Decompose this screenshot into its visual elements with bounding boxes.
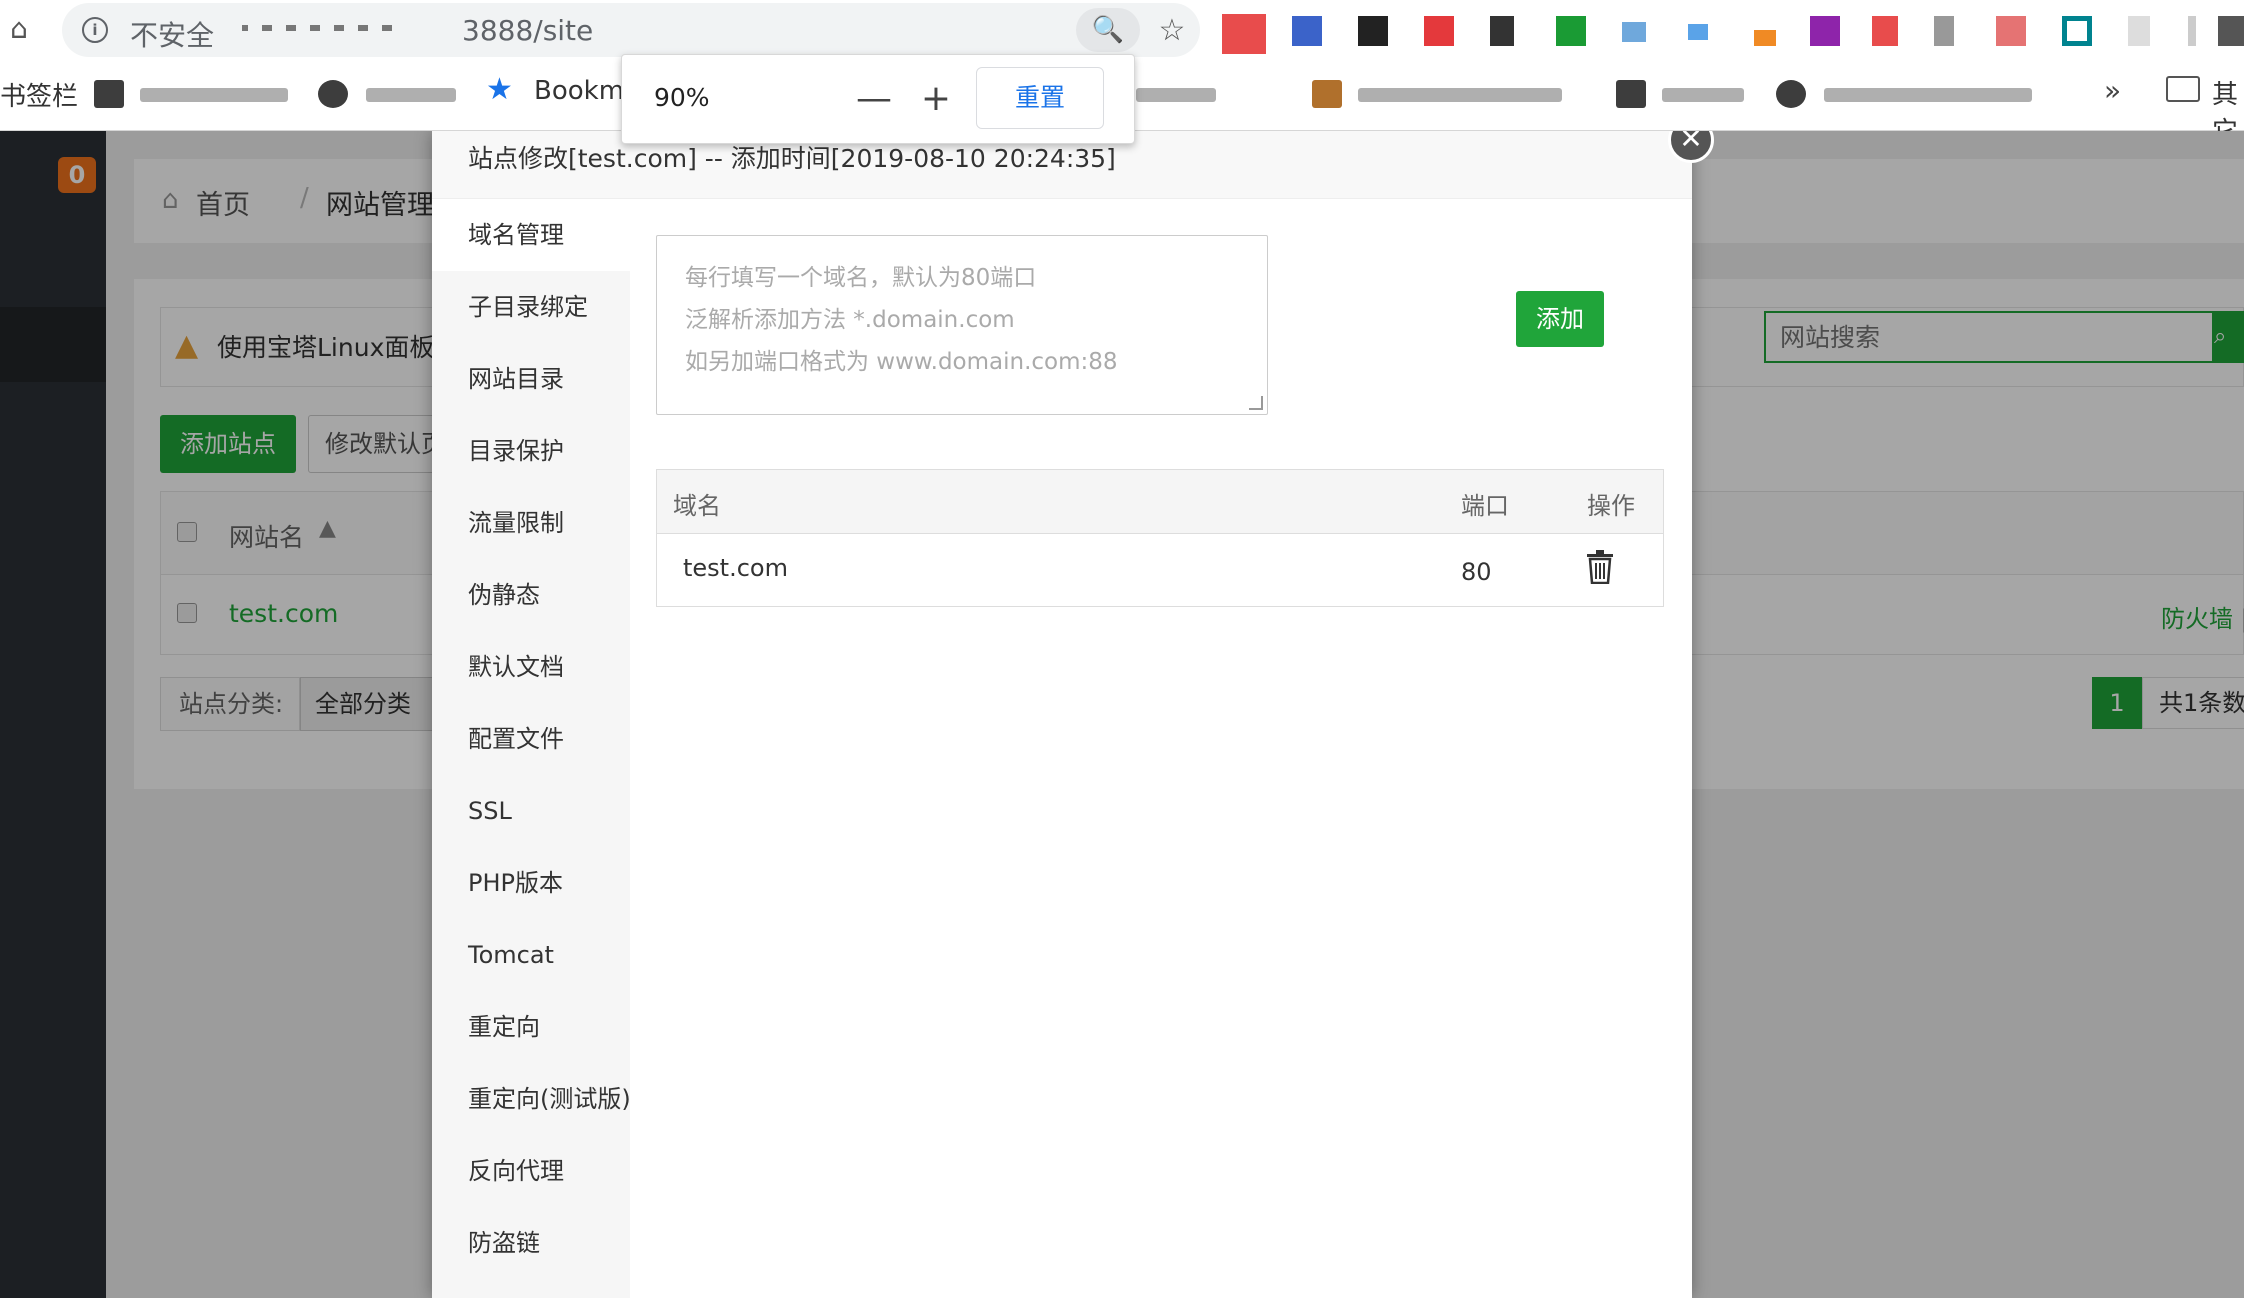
bookmarks-overflow-icon[interactable]: »	[2104, 74, 2121, 107]
tab-domain-management[interactable]: 域名管理	[432, 199, 630, 271]
bookmark-favicon-icon[interactable]	[1776, 80, 1806, 108]
zoom-level: 90%	[654, 83, 710, 112]
tab-ssl[interactable]: SSL	[432, 775, 630, 847]
domain-cell: test.com	[683, 554, 788, 582]
bookmark-item[interactable]	[1358, 88, 1562, 102]
zoom-popup: 90% — + 重置	[621, 54, 1135, 144]
extension-icon[interactable]	[1556, 16, 1586, 46]
port-cell: 80	[1461, 558, 1492, 586]
bookmark-favicon-icon[interactable]	[318, 80, 348, 108]
extension-icon[interactable]	[2128, 16, 2150, 46]
zoom-icon[interactable]: 🔍	[1076, 8, 1140, 52]
tab-directory-protection[interactable]: 目录保护	[432, 415, 630, 487]
extension-icon[interactable]	[2062, 16, 2092, 46]
tab-site-directory[interactable]: 网站目录	[432, 343, 630, 415]
extension-icon[interactable]	[1872, 16, 1898, 46]
extension-icon[interactable]	[1358, 16, 1388, 46]
zoom-reset-button[interactable]: 重置	[976, 67, 1104, 129]
column-domain: 域名	[673, 492, 721, 520]
bookmark-item[interactable]	[366, 88, 456, 102]
home-icon[interactable]: ⌂	[2, 12, 36, 46]
tab-subdirectory-binding[interactable]: 子目录绑定	[432, 271, 630, 343]
tab-tomcat[interactable]: Tomcat	[432, 919, 630, 991]
column-port: 端口	[1461, 492, 1509, 520]
domain-table-header: 域名 端口 操作	[657, 470, 1663, 534]
add-domain-button[interactable]: 添加	[1516, 291, 1604, 347]
bookmark-item[interactable]	[140, 88, 288, 102]
extension-icon[interactable]	[1622, 22, 1646, 42]
extension-icon[interactable]	[2188, 16, 2196, 46]
other-bookmarks-folder-icon[interactable]	[2166, 76, 2200, 102]
extension-icon[interactable]	[1424, 16, 1454, 46]
browser-toolbar: ⌂ i 不安全 3888/site 🔍 ☆	[0, 0, 2244, 60]
extension-icon[interactable]	[1934, 16, 1954, 46]
tab-default-document[interactable]: 默认文档	[432, 631, 630, 703]
column-operation: 操作	[1587, 492, 1635, 520]
modal-tabs: 域名管理 子目录绑定 网站目录 目录保护 流量限制 伪静态 默认文档 配置文件 …	[432, 199, 631, 1298]
page: 0 ⌂ 首页 / 网站管理 ▲ 使用宝塔Linux面板 添加站点 修改默认页 网…	[0, 131, 2244, 1298]
domain-textarea[interactable]: 每行填写一个域名，默认为80端口 泛解析添加方法 *.domain.com 如另…	[656, 235, 1268, 415]
bookmark-star-icon: ★	[486, 72, 513, 107]
extension-icon[interactable]	[1292, 16, 1322, 46]
extension-icon[interactable]	[1810, 16, 1840, 46]
extension-icon[interactable]	[1222, 14, 1266, 54]
zoom-out-button[interactable]: —	[846, 71, 902, 127]
bookmark-folder-icon[interactable]	[94, 80, 124, 108]
tab-reverse-proxy[interactable]: 反向代理	[432, 1135, 630, 1207]
info-icon[interactable]: i	[82, 17, 108, 43]
bookmark-favicon-icon[interactable]	[1312, 80, 1342, 108]
tab-redirect[interactable]: 重定向	[432, 991, 630, 1063]
extension-icon[interactable]	[1754, 30, 1776, 46]
url-text: 3888/site	[462, 14, 594, 47]
extension-icon[interactable]	[2218, 16, 2244, 46]
table-row: test.com 80	[657, 534, 1663, 606]
placeholder-line: 泛解析添加方法 *.domain.com	[685, 307, 1015, 333]
tab-rewrite[interactable]: 伪静态	[432, 559, 630, 631]
domain-table: 域名 端口 操作 test.com 80	[656, 469, 1664, 607]
bookmarks-bar-label: 书签栏	[0, 82, 79, 112]
extension-icon[interactable]	[1688, 24, 1708, 40]
bookmark-item[interactable]	[1136, 88, 1216, 102]
domain-management-pane: 每行填写一个域名，默认为80端口 泛解析添加方法 *.domain.com 如另…	[630, 199, 1692, 1298]
bookmark-item[interactable]	[1824, 88, 2032, 102]
tab-php-version[interactable]: PHP版本	[432, 847, 630, 919]
extension-icon[interactable]	[1490, 16, 1514, 46]
site-edit-modal: 站点修改[test.com] -- 添加时间[2019-08-10 20:24:…	[432, 131, 1714, 1298]
tab-hotlink-protection[interactable]: 防盗链	[432, 1207, 630, 1279]
tab-redirect-beta[interactable]: 重定向(测试版)	[432, 1063, 631, 1135]
url-redacted	[242, 17, 472, 43]
placeholder-line: 每行填写一个域名，默认为80端口	[685, 265, 1037, 291]
zoom-in-button[interactable]: +	[908, 71, 964, 127]
address-bar[interactable]: i 不安全 3888/site 🔍 ☆	[62, 3, 1200, 57]
tab-traffic-limit[interactable]: 流量限制	[432, 487, 630, 559]
resize-handle[interactable]	[1249, 396, 1263, 410]
bookmark-star-icon[interactable]: ☆	[1150, 9, 1194, 53]
extension-icon[interactable]	[1996, 16, 2026, 46]
placeholder-line: 如另加端口格式为 www.domain.com:88	[685, 349, 1118, 375]
bookmark-item[interactable]	[1662, 88, 1744, 102]
security-label: 不安全	[130, 19, 215, 52]
bookmark-folder-icon[interactable]	[1616, 80, 1646, 108]
trash-icon[interactable]	[1587, 550, 1613, 584]
tab-config-file[interactable]: 配置文件	[432, 703, 630, 775]
extension-icons	[1222, 10, 2244, 54]
